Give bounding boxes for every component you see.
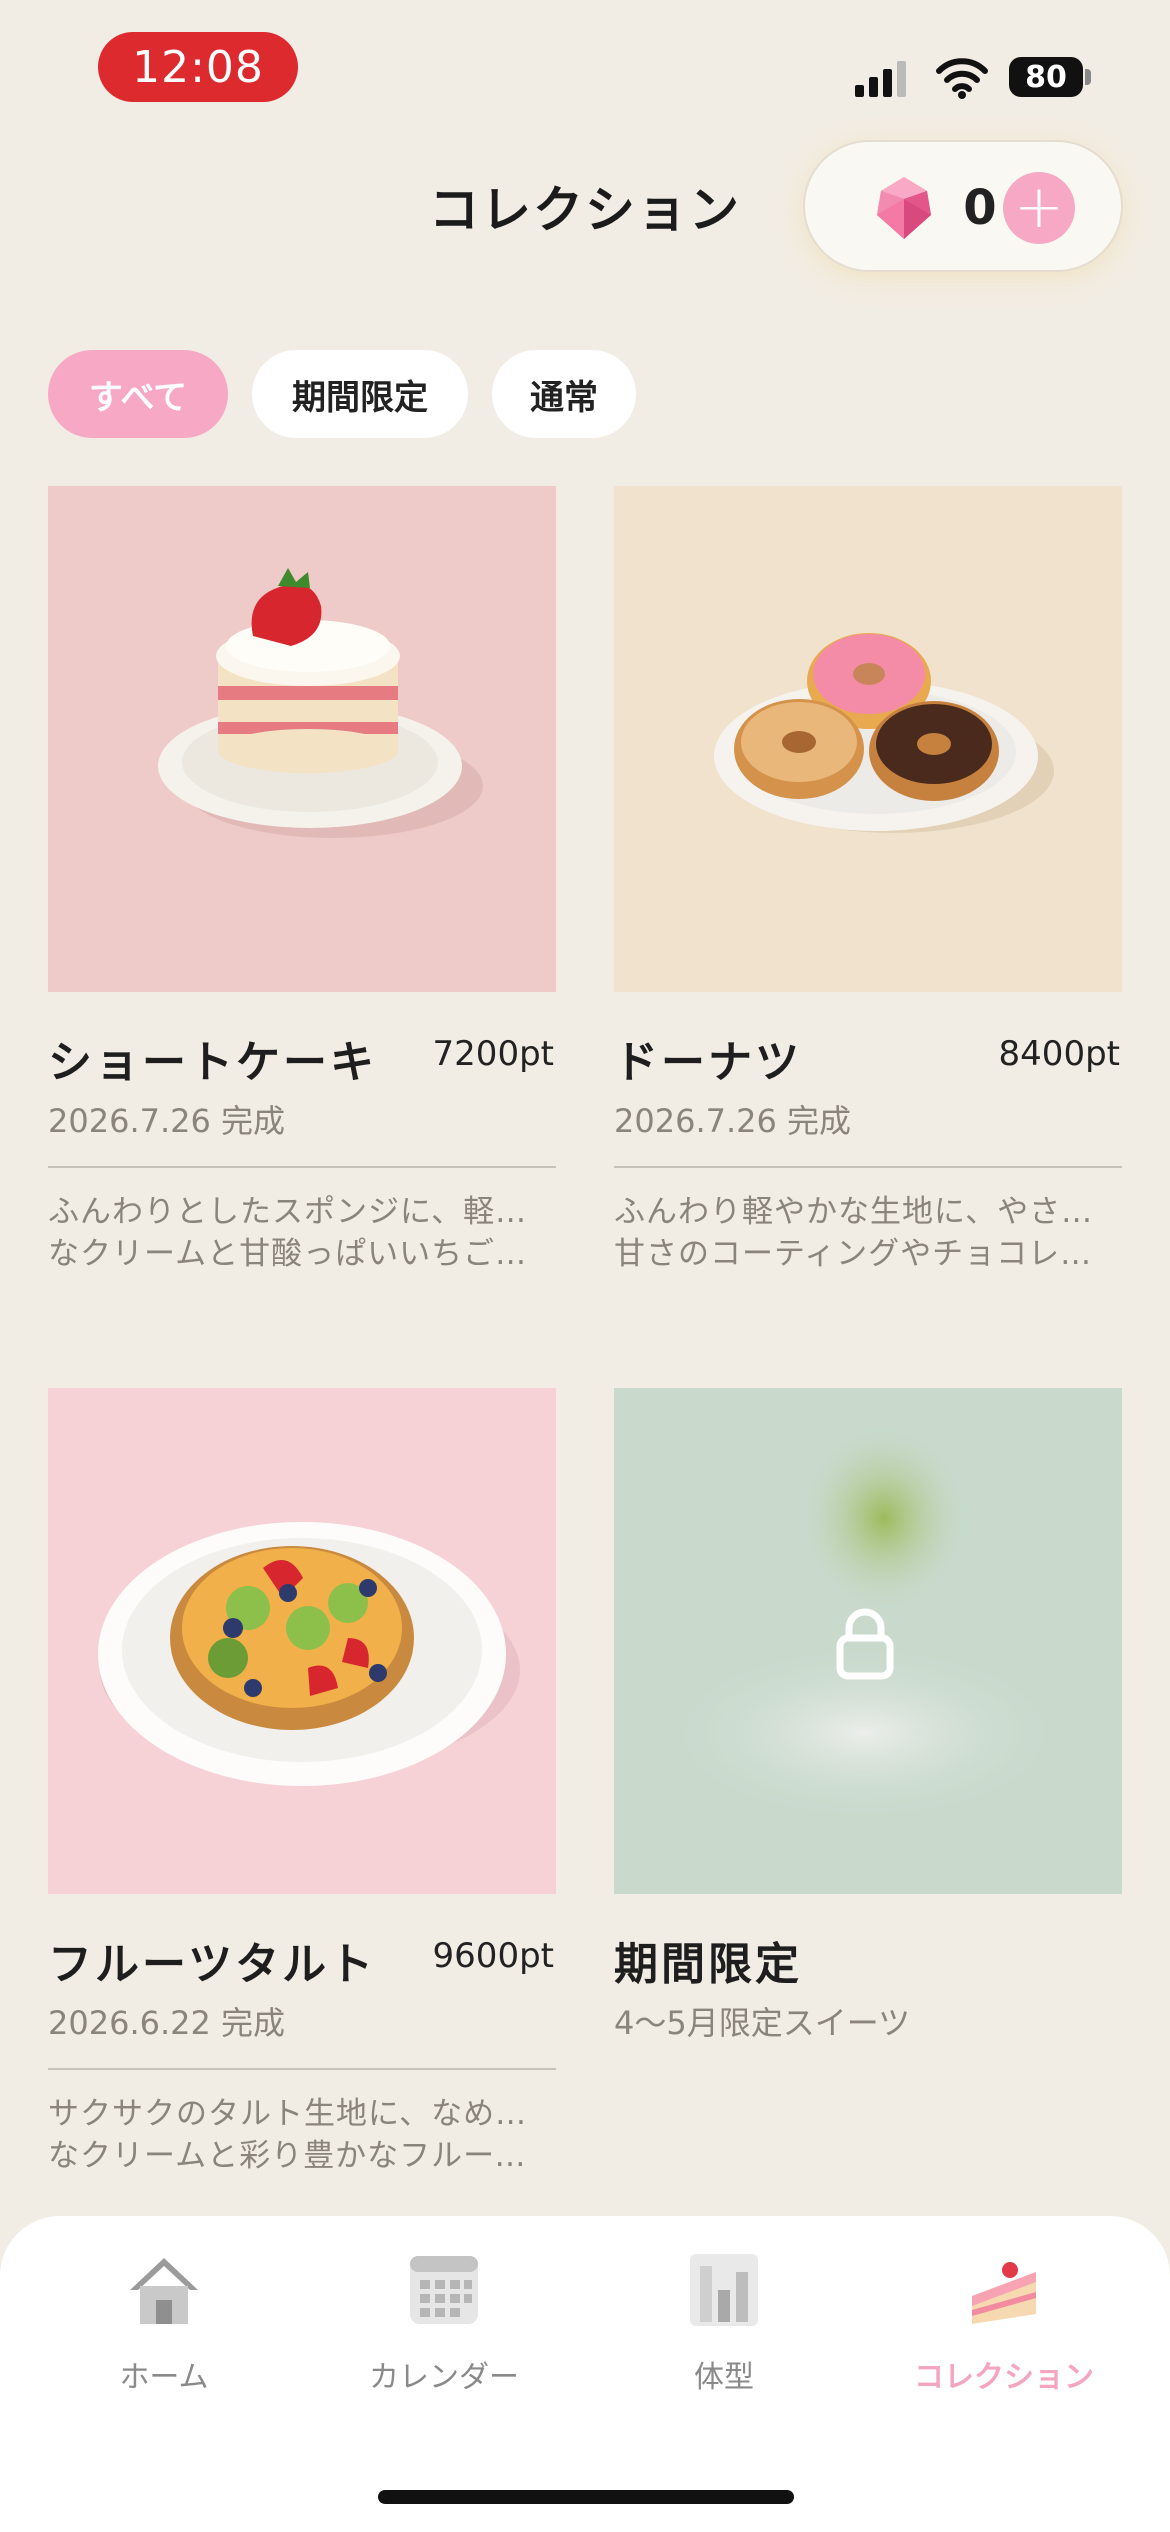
fruit-tart-image <box>48 1388 556 1894</box>
card-divider <box>48 1166 556 1168</box>
page-title: コレクション <box>429 181 741 239</box>
battery-tip <box>1085 69 1091 85</box>
card-divider <box>614 1166 1122 1168</box>
tab-label: ホーム <box>119 2360 209 2395</box>
card-name: フルーツタルト <box>48 1939 377 1990</box>
card-divider <box>48 2068 556 2070</box>
filter-chip-limited[interactable]: 期間限定 <box>252 350 468 438</box>
card-points: 8400pt <box>998 1034 1120 1074</box>
donuts-image <box>614 486 1122 992</box>
tab-bar: ホーム カレンダー 体型 コレクション <box>0 2216 1170 2532</box>
gem-count: 0 <box>963 180 997 236</box>
status-icons: 80 <box>855 55 1095 103</box>
card-name: ドーナツ <box>614 1037 802 1088</box>
card-subtitle: 4〜5月限定スイーツ <box>614 2004 911 2042</box>
card-name: 期間限定 <box>614 1939 802 1990</box>
card-description: サクサクのタルト生地に、なめらか なクリームと彩り豊かなフルーツ… <box>48 2096 556 2174</box>
card-description: ふんわりとしたスポンジに、軽やか なクリームと甘酸っぱいいちごを… <box>48 1194 556 1272</box>
lock-icon <box>836 1608 894 1680</box>
tab-label: カレンダー <box>369 2360 519 2395</box>
card-date: 2026.7.26 完成 <box>614 1102 852 1140</box>
calendar-icon <box>410 2256 478 2324</box>
battery-level: 80 <box>1009 57 1083 97</box>
locked-image <box>614 1388 1122 1894</box>
filter-chip-regular[interactable]: 通常 <box>492 350 636 438</box>
house-icon <box>130 2258 198 2324</box>
tab-label: 体型 <box>694 2360 754 2395</box>
tab-calendar[interactable]: カレンダー <box>324 2252 564 2402</box>
tab-label: コレクション <box>914 2360 1094 2395</box>
card-date: 2026.6.22 完成 <box>48 2004 286 2042</box>
wifi-icon <box>936 58 988 99</box>
filter-chip-all[interactable]: すべて <box>48 350 228 438</box>
card-points: 7200pt <box>432 1034 554 1074</box>
add-gem-button[interactable]: + <box>1003 172 1075 244</box>
signal-icon <box>855 61 906 97</box>
tab-collection[interactable]: コレクション <box>884 2252 1124 2402</box>
shortcake-image <box>48 486 556 992</box>
home-indicator <box>378 2490 794 2504</box>
cake-icon <box>972 2262 1036 2324</box>
card-name: ショートケーキ <box>48 1037 377 1088</box>
gem-balance[interactable]: 0 + <box>803 140 1123 272</box>
chart-icon <box>690 2254 758 2326</box>
tab-body[interactable]: 体型 <box>604 2252 844 2402</box>
card-points: 9600pt <box>432 1936 554 1976</box>
card-description: ふんわり軽やかな生地に、やさしい 甘さのコーティングやチョコレー… <box>614 1194 1122 1272</box>
tab-home[interactable]: ホーム <box>44 2252 284 2402</box>
card-date: 2026.7.26 完成 <box>48 1102 286 1140</box>
gem-icon <box>877 177 931 239</box>
status-time: 12:08 <box>98 32 298 102</box>
